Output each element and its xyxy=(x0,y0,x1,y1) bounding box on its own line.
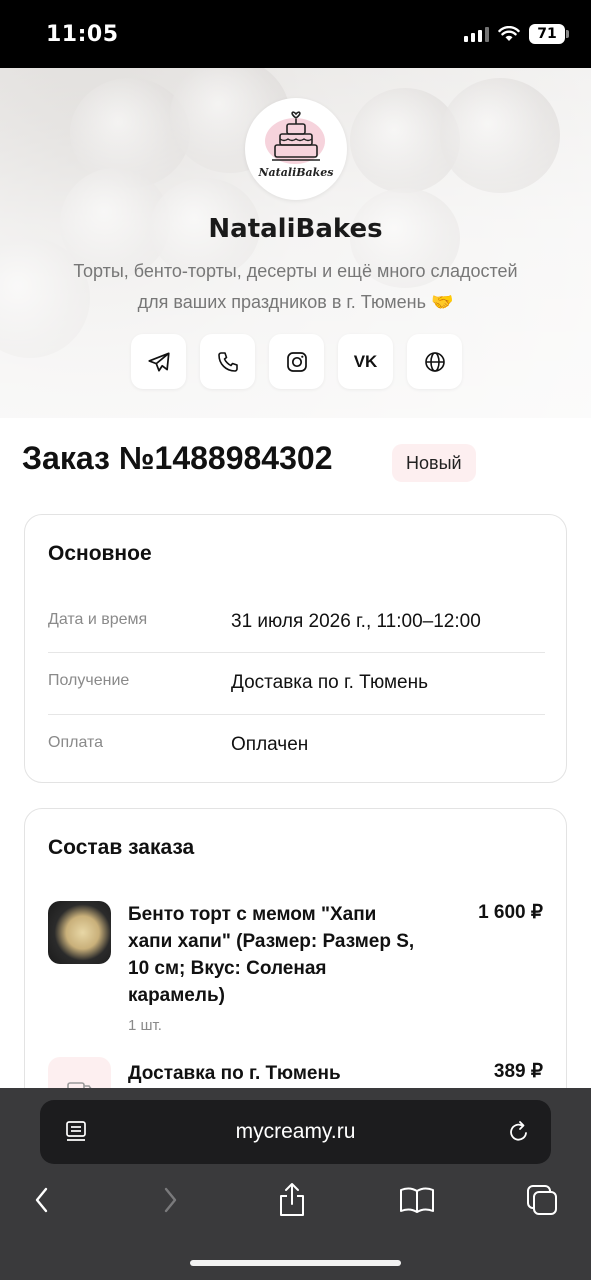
wifi-icon xyxy=(498,26,520,41)
telegram-icon xyxy=(147,351,170,372)
bookmarks-button[interactable] xyxy=(397,1180,437,1220)
status-badge: Новый xyxy=(392,444,476,482)
status-time: 11:05 xyxy=(46,22,119,47)
back-button[interactable] xyxy=(22,1180,62,1220)
row-label: Получение xyxy=(48,672,130,689)
description-line: Торты, бенто-торты, десерты и ещё много … xyxy=(73,261,518,281)
shop-description: Торты, бенто-торты, десерты и ещё много … xyxy=(0,256,591,318)
product-name[interactable]: Бенто торт с мемом "Хапи хапи хапи" (Раз… xyxy=(128,901,458,1009)
url-text[interactable]: mycreamy.ru xyxy=(40,1120,551,1144)
globe-icon xyxy=(424,351,445,372)
info-row-delivery: Получение Доставка по г. Тюмень xyxy=(48,672,545,734)
order-title: Заказ №1488984302 xyxy=(22,440,333,476)
product-name-line: хапи хапи" (Размер: Размер S, xyxy=(128,931,415,952)
order-main-card: Основное Дата и время 31 июля 2026 г., 1… xyxy=(24,514,567,783)
vk-icon: VK xyxy=(353,351,378,371)
product-image[interactable] xyxy=(48,901,111,964)
battery-icon: 71 xyxy=(529,24,569,44)
status-indicators: 71 xyxy=(464,24,569,44)
cake-icon xyxy=(272,111,320,161)
website-button[interactable] xyxy=(407,334,462,389)
product-name-line: карамель) xyxy=(128,985,225,1006)
chevron-right-icon xyxy=(164,1187,177,1213)
signal-icon xyxy=(464,26,489,42)
row-value: Доставка по г. Тюмень xyxy=(231,672,429,693)
info-row-payment: Оплата Оплачен xyxy=(48,734,545,796)
chevron-left-icon xyxy=(35,1187,48,1213)
reload-icon[interactable] xyxy=(507,1119,531,1145)
book-icon xyxy=(400,1187,434,1213)
product-price: 1 600 ₽ xyxy=(478,902,543,923)
logo-text: NataliBakes xyxy=(258,166,334,179)
card-title: Основное xyxy=(48,542,152,565)
address-bar[interactable]: mycreamy.ru xyxy=(40,1100,551,1164)
phone-button[interactable] xyxy=(200,334,255,389)
shop-header: NataliBakes NataliBakes Торты, бенто-тор… xyxy=(0,68,591,418)
shop-logo: NataliBakes xyxy=(245,98,347,200)
forward-button[interactable] xyxy=(150,1180,190,1220)
card-title: Состав заказа xyxy=(48,836,195,859)
description-line: для ваших праздников в г. Тюмень 🤝 xyxy=(137,292,454,312)
instagram-button[interactable] xyxy=(269,334,324,389)
shop-name: NataliBakes xyxy=(208,214,383,244)
info-row-datetime: Дата и время 31 июля 2026 г., 11:00–12:0… xyxy=(48,611,545,673)
browser-nav xyxy=(0,1180,591,1220)
row-value: 31 июля 2026 г., 11:00–12:00 xyxy=(231,611,481,632)
delivery-price: 389 ₽ xyxy=(493,1061,543,1082)
product-name-line: 10 см; Вкус: Соленая xyxy=(128,958,327,979)
status-bar: 11:05 71 xyxy=(0,0,591,68)
share-button[interactable] xyxy=(272,1180,312,1220)
vk-button[interactable]: VK xyxy=(338,334,393,389)
product-name-line: Бенто торт с мемом "Хапи xyxy=(128,904,377,925)
telegram-button[interactable] xyxy=(131,334,186,389)
social-links: VK xyxy=(131,334,462,389)
share-icon xyxy=(280,1183,304,1216)
home-indicator xyxy=(190,1260,401,1266)
divider xyxy=(48,714,545,715)
divider xyxy=(48,652,545,653)
browser-toolbar: mycreamy.ru xyxy=(0,1088,591,1280)
row-label: Оплата xyxy=(48,734,104,751)
instagram-icon xyxy=(286,351,307,372)
tabs-icon xyxy=(527,1185,557,1215)
phone-icon xyxy=(217,351,238,372)
delivery-name: Доставка по г. Тюмень xyxy=(128,1063,341,1084)
row-value: Оплачен xyxy=(231,734,309,755)
product-quantity: 1 шт. xyxy=(128,1017,162,1034)
tabs-button[interactable] xyxy=(522,1180,562,1220)
row-label: Дата и время xyxy=(48,611,148,628)
